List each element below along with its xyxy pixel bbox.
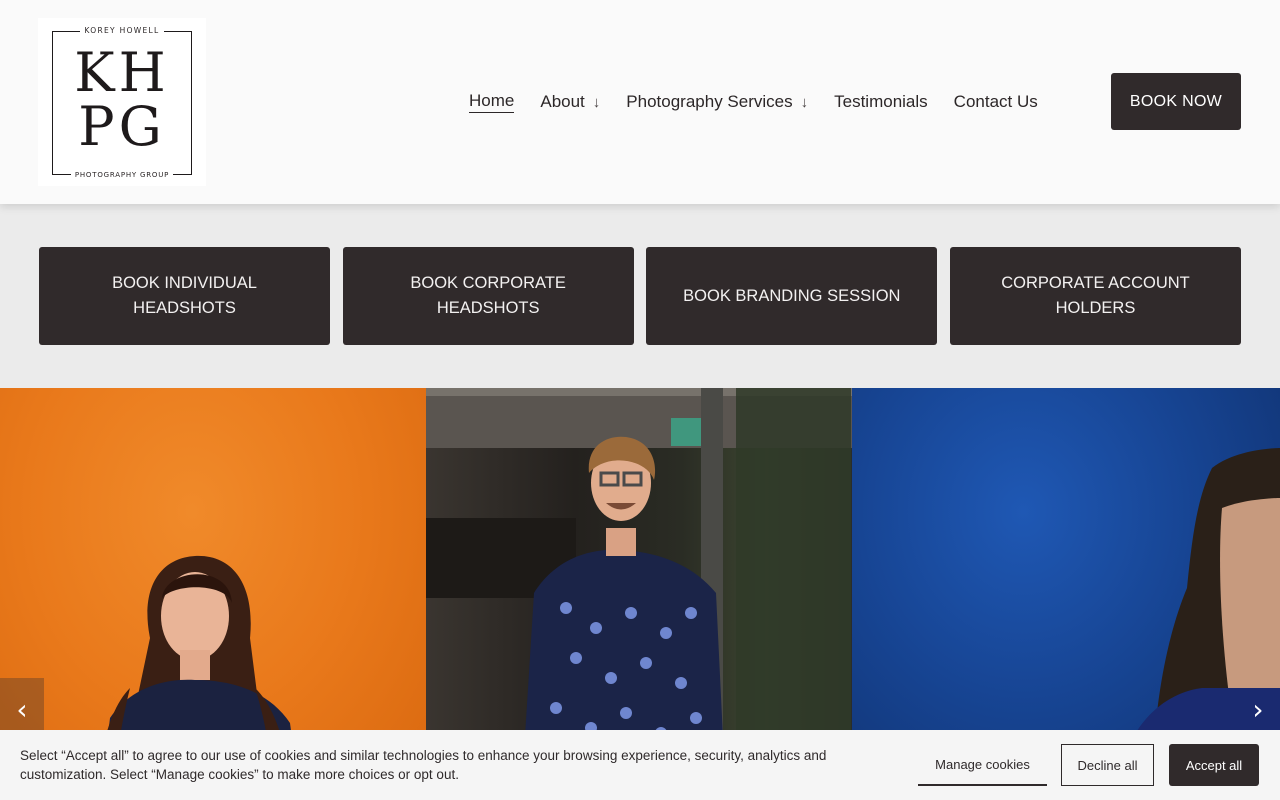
- book-individual-headshots-button[interactable]: BOOK INDIVIDUAL HEADSHOTS: [39, 247, 330, 345]
- logo-frame: KOREY HOWELL KH PG PHOTOGRAPHY GROUP: [52, 26, 192, 179]
- logo-top-text: KOREY HOWELL: [79, 26, 165, 35]
- nav-item-label: About: [540, 92, 585, 111]
- chevron-left-icon: ‹: [16, 692, 28, 726]
- nav-item-contact-us[interactable]: Contact Us: [954, 92, 1038, 112]
- decline-all-button[interactable]: Decline all: [1061, 744, 1154, 786]
- arrow-down-icon: ↓: [800, 93, 809, 111]
- nav-item-testimonials[interactable]: Testimonials: [834, 92, 928, 112]
- quick-actions: BOOK INDIVIDUAL HEADSHOTS BOOK CORPORATE…: [39, 247, 1241, 345]
- logo-monogram-line2: PG: [78, 95, 166, 158]
- nav-item-label: Photography Services: [626, 92, 793, 111]
- nav-item-about[interactable]: About ↓: [540, 92, 600, 112]
- cookie-banner: Select “Accept all” to agree to our use …: [0, 730, 1280, 800]
- nav-item-home[interactable]: Home: [469, 91, 515, 113]
- logo-monogram-line1: KH: [74, 41, 170, 104]
- main-nav: Home About ↓ Photography Services ↓ Test…: [469, 90, 1064, 114]
- book-corporate-headshots-button[interactable]: BOOK CORPORATE HEADSHOTS: [342, 247, 634, 345]
- nav-item-label: Home: [469, 91, 515, 113]
- nav-item-label: Testimonials: [834, 92, 928, 111]
- arrow-down-icon: ↓: [592, 93, 601, 111]
- manage-cookies-button[interactable]: Manage cookies: [918, 744, 1047, 786]
- site-logo[interactable]: KOREY HOWELL KH PG PHOTOGRAPHY GROUP: [38, 18, 206, 186]
- cookie-message: Select “Accept all” to agree to our use …: [20, 748, 827, 782]
- book-branding-session-button[interactable]: BOOK BRANDING SESSION: [646, 247, 938, 345]
- nav-item-label: Contact Us: [953, 92, 1038, 111]
- chevron-right-icon: ›: [1252, 692, 1264, 726]
- site-header: KOREY HOWELL KH PG PHOTOGRAPHY GROUP Hom…: [0, 0, 1280, 204]
- book-now-button[interactable]: BOOK NOW: [1111, 73, 1241, 130]
- nav-item-photography-services[interactable]: Photography Services ↓: [626, 92, 808, 112]
- corporate-account-holders-button[interactable]: CORPORATE ACCOUNT HOLDERS: [949, 247, 1241, 345]
- logo-bottom-text: PHOTOGRAPHY GROUP: [70, 171, 174, 179]
- accept-all-button[interactable]: Accept all: [1169, 744, 1259, 786]
- logo-monogram: KH PG: [53, 46, 191, 154]
